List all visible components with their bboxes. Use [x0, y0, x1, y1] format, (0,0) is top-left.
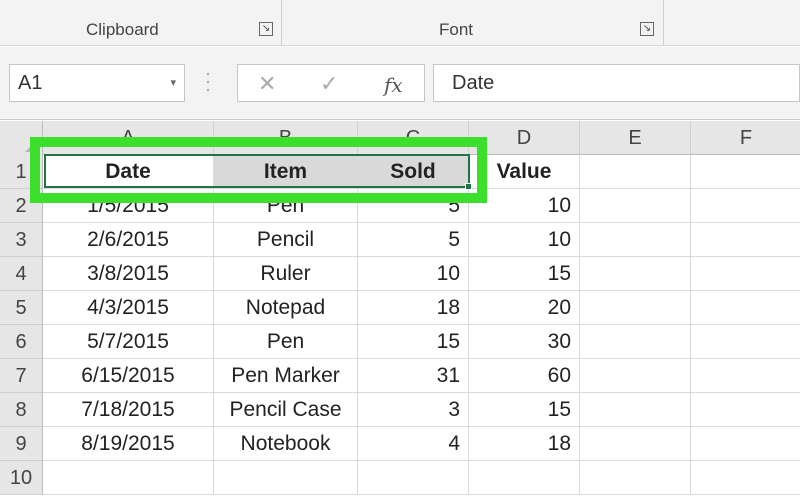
- cell[interactable]: [580, 393, 691, 427]
- column-header-a[interactable]: A: [43, 121, 214, 155]
- column-header-c[interactable]: C: [358, 121, 469, 155]
- cell[interactable]: [691, 155, 800, 189]
- row-header[interactable]: 9: [0, 427, 43, 461]
- cell[interactable]: Pen: [214, 325, 358, 359]
- column-header-row: A B C D E F: [0, 121, 800, 155]
- cell[interactable]: 8/19/2015: [43, 427, 214, 461]
- cell[interactable]: 31: [358, 359, 469, 393]
- cell[interactable]: [691, 359, 800, 393]
- cell[interactable]: Pen: [214, 189, 358, 223]
- cell[interactable]: 5: [358, 189, 469, 223]
- cell[interactable]: [691, 189, 800, 223]
- cell[interactable]: [358, 461, 469, 495]
- ribbon-separator: [663, 0, 664, 46]
- cell[interactable]: Notepad: [214, 291, 358, 325]
- row-header[interactable]: 1: [0, 155, 43, 189]
- cell[interactable]: [580, 223, 691, 257]
- cell[interactable]: 5: [358, 223, 469, 257]
- cell[interactable]: [580, 291, 691, 325]
- cell[interactable]: 7/18/2015: [43, 393, 214, 427]
- cell[interactable]: 18: [469, 427, 580, 461]
- cell[interactable]: Notebook: [214, 427, 358, 461]
- cell[interactable]: 4/3/2015: [43, 291, 214, 325]
- cell[interactable]: [214, 461, 358, 495]
- formula-buttons: ✕ ✓ fx: [237, 64, 425, 102]
- cell[interactable]: [469, 461, 580, 495]
- cell[interactable]: Value: [469, 155, 580, 189]
- cell[interactable]: [691, 291, 800, 325]
- cancel-icon[interactable]: ✕: [258, 71, 276, 97]
- cell[interactable]: [580, 189, 691, 223]
- cell[interactable]: Pencil Case: [214, 393, 358, 427]
- cell[interactable]: 6/15/2015: [43, 359, 214, 393]
- row-header[interactable]: 2: [0, 189, 43, 223]
- cell[interactable]: [580, 359, 691, 393]
- name-box-value: A1: [18, 72, 43, 94]
- row-header[interactable]: 4: [0, 257, 43, 291]
- cell[interactable]: 1/5/2015: [43, 189, 214, 223]
- chevron-down-icon[interactable]: ▾: [170, 65, 176, 101]
- cell[interactable]: 60: [469, 359, 580, 393]
- enter-check-icon[interactable]: ✓: [320, 71, 338, 97]
- formula-input[interactable]: Date: [433, 64, 800, 102]
- row-header[interactable]: 6: [0, 325, 43, 359]
- row-header[interactable]: 5: [0, 291, 43, 325]
- cell[interactable]: 2/6/2015: [43, 223, 214, 257]
- cell[interactable]: 5/7/2015: [43, 325, 214, 359]
- cell[interactable]: 15: [358, 325, 469, 359]
- row-header[interactable]: 8: [0, 393, 43, 427]
- cell[interactable]: 3: [358, 393, 469, 427]
- cell[interactable]: [691, 393, 800, 427]
- cell[interactable]: Date: [43, 155, 214, 189]
- cell[interactable]: [691, 223, 800, 257]
- cell[interactable]: [580, 257, 691, 291]
- select-all-icon: [25, 138, 39, 152]
- cell[interactable]: [580, 325, 691, 359]
- column-header-d[interactable]: D: [469, 121, 580, 155]
- cell[interactable]: [580, 427, 691, 461]
- cell[interactable]: [691, 257, 800, 291]
- cell[interactable]: 20: [469, 291, 580, 325]
- clipboard-group-label: Clipboard: [86, 20, 159, 39]
- clipboard-launcher-icon[interactable]: ↘: [259, 22, 273, 36]
- cell[interactable]: [691, 427, 800, 461]
- column-header-b[interactable]: B: [214, 121, 358, 155]
- cell[interactable]: [691, 461, 800, 495]
- cell[interactable]: Ruler: [214, 257, 358, 291]
- row-header[interactable]: 10: [0, 461, 43, 495]
- ribbon-separator: [281, 0, 282, 46]
- ribbon: Clipboard ↘ Font ↘: [0, 0, 800, 46]
- cell[interactable]: 15: [469, 257, 580, 291]
- cell[interactable]: 10: [358, 257, 469, 291]
- insert-function-icon[interactable]: fx: [384, 73, 403, 97]
- cell[interactable]: [580, 155, 691, 189]
- cell[interactable]: 30: [469, 325, 580, 359]
- column-header-e[interactable]: E: [580, 121, 691, 155]
- cell[interactable]: Pencil: [214, 223, 358, 257]
- name-box[interactable]: A1 ▾: [9, 64, 185, 102]
- column-header-f[interactable]: F: [691, 121, 800, 155]
- cell[interactable]: [580, 461, 691, 495]
- cell[interactable]: Item: [214, 155, 358, 189]
- cell[interactable]: 3/8/2015: [43, 257, 214, 291]
- cell[interactable]: 18: [358, 291, 469, 325]
- cell[interactable]: 15: [469, 393, 580, 427]
- cell[interactable]: Sold: [358, 155, 469, 189]
- cell[interactable]: 10: [469, 223, 580, 257]
- row-header[interactable]: 3: [0, 223, 43, 257]
- cell[interactable]: 4: [358, 427, 469, 461]
- fill-handle[interactable]: [465, 183, 472, 190]
- drag-handle-icon[interactable]: · · ·: [205, 64, 211, 98]
- formula-bar-area: A1 ▾ · · · ✕ ✓ fx Date: [0, 47, 800, 120]
- row-header[interactable]: 7: [0, 359, 43, 393]
- select-all-corner[interactable]: [0, 121, 43, 155]
- cell[interactable]: [43, 461, 214, 495]
- cell[interactable]: [691, 325, 800, 359]
- font-launcher-icon[interactable]: ↘: [640, 22, 654, 36]
- cell[interactable]: 10: [469, 189, 580, 223]
- font-group-label: Font: [439, 20, 474, 39]
- cell[interactable]: Pen Marker: [214, 359, 358, 393]
